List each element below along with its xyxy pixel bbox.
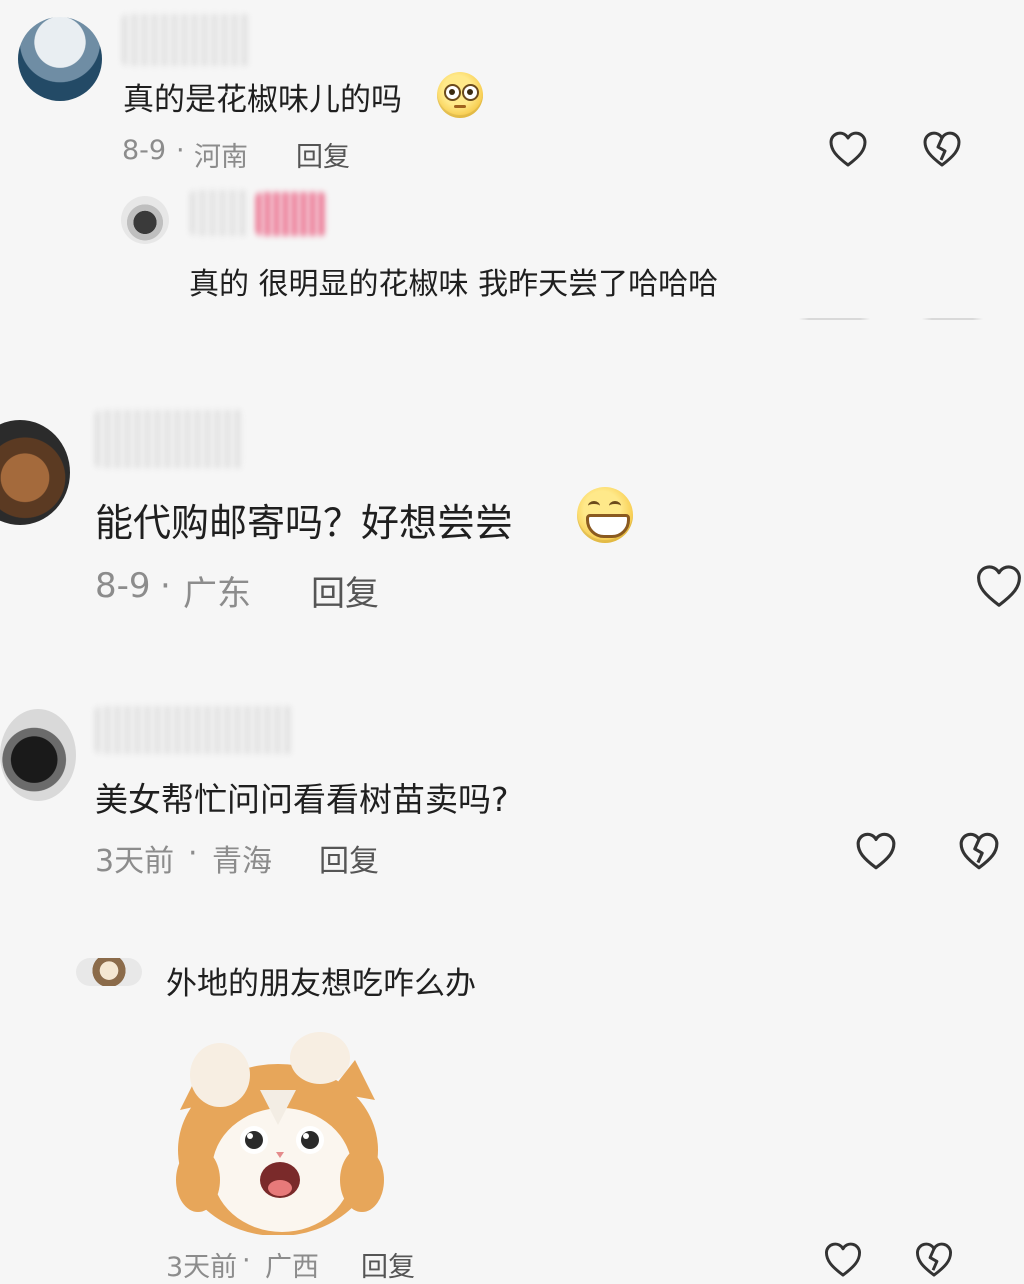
grinning-face-emoji: [577, 487, 633, 543]
username-blurred[interactable]: [95, 706, 293, 754]
meta-separator: ·: [188, 836, 198, 871]
comment-date: 3天前: [95, 844, 175, 879]
comment-text: 美女帮忙问问看看树苗卖吗?: [95, 780, 509, 819]
comment-date: 8-9: [95, 566, 151, 606]
flushed-face-emoji: [437, 72, 483, 118]
comment-location: 广西: [265, 1252, 319, 1283]
username-blurred[interactable]: [95, 410, 245, 468]
reply-text: 真的 很明显的花椒味 我昨天尝了哈哈哈: [189, 267, 719, 302]
dislike-broken-heart-icon[interactable]: [958, 831, 1000, 871]
dislike-broken-heart-icon[interactable]: [922, 130, 962, 168]
divider: [0, 318, 1024, 320]
reply-button[interactable]: 回复: [311, 566, 379, 615]
avatar[interactable]: [18, 17, 102, 101]
avatar[interactable]: [0, 709, 76, 801]
username-blurred[interactable]: [190, 190, 248, 236]
meta-separator: ·: [242, 1245, 251, 1276]
reply-button[interactable]: 回复: [361, 1245, 415, 1284]
reply-button[interactable]: 回复: [296, 135, 350, 174]
avatar[interactable]: [76, 958, 142, 986]
comment-text: 外地的朋友想吃咋么办: [166, 966, 476, 1002]
comment-location: 河南: [194, 142, 248, 173]
comment-text: 能代购邮寄吗？好想尝尝: [95, 501, 514, 545]
like-heart-icon[interactable]: [823, 1241, 863, 1278]
avatar[interactable]: [121, 196, 169, 244]
avatar[interactable]: [0, 420, 70, 525]
like-heart-icon[interactable]: [855, 831, 897, 871]
comment-location: 青海: [212, 844, 272, 879]
reply-button[interactable]: 回复: [319, 836, 379, 880]
comment-location: 广东: [183, 574, 251, 614]
comment-text: 真的是花椒味儿的吗: [123, 82, 402, 118]
username-blurred-pink[interactable]: [256, 192, 326, 236]
comment-date: 8-9: [122, 135, 167, 166]
username-blurred[interactable]: [122, 14, 250, 66]
like-heart-icon[interactable]: [828, 130, 868, 168]
dislike-broken-heart-icon[interactable]: [914, 1241, 954, 1278]
like-heart-icon[interactable]: [975, 563, 1023, 609]
surprised-cat-sticker[interactable]: [170, 1030, 385, 1236]
comment-date: 3天前: [166, 1252, 238, 1283]
meta-separator: ·: [176, 135, 185, 166]
meta-separator: ·: [160, 566, 171, 606]
